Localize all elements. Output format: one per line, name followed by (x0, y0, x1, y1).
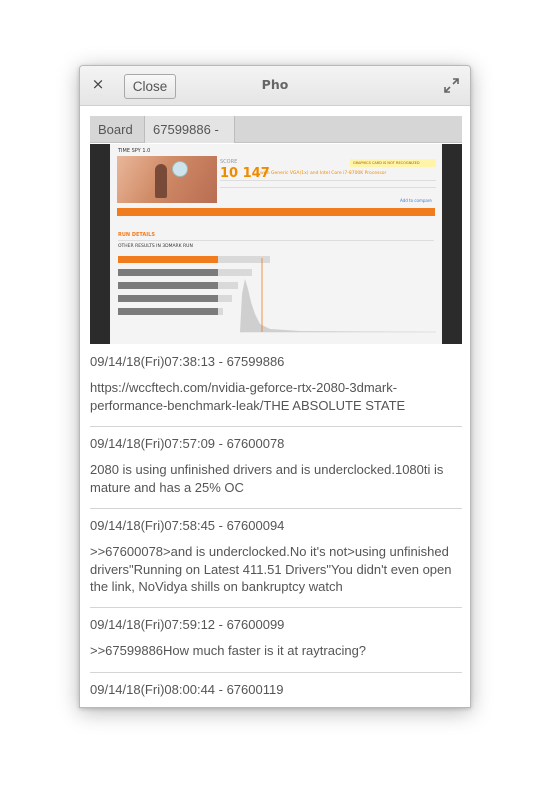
result-row (118, 282, 218, 289)
post: 09/14/18(Fri)07:59:12 - 67600099 >>67599… (90, 608, 462, 673)
warning-badge: GRAPHICS CARD IS NOT RECOGNIZED (350, 159, 436, 167)
post-body: >>67600078>and is underclocked.No it's n… (90, 544, 452, 594)
tab-bar: Board 67599886 - g (90, 116, 462, 164)
title-bar: × Close Pho (80, 66, 470, 106)
post: 09/14/18(Fri)07:57:09 - 67600078 2080 is… (90, 427, 462, 509)
result-row (118, 295, 218, 302)
result-row (118, 269, 218, 276)
tab-thread[interactable]: 67599886 - g (145, 116, 235, 164)
compare-link: Add to compare (400, 198, 432, 203)
benchmark-title: TIME SPY 1.0 (118, 148, 151, 154)
score-description: with Generic VGA(1x) and Intel Core i7-8… (260, 171, 387, 176)
result-bar (218, 295, 232, 302)
result-details-bar (117, 208, 435, 216)
run-details-label: RUN DETAILS (118, 232, 155, 238)
window-title: Pho (261, 77, 289, 92)
post: 09/14/18(Fri)08:00:44 - 67600119 (90, 673, 462, 707)
post-body: https://wccftech.com/nvidia-geforce-rtx-… (90, 380, 406, 413)
post-header: 09/14/18(Fri)07:59:12 - 67600099 (90, 617, 285, 632)
benchmark-hero-art (117, 156, 217, 203)
tab-board[interactable]: Board (90, 116, 145, 143)
viewer-window: × Close Pho Board 67599886 - g TIME SPY … (79, 65, 471, 708)
post: 09/14/18(Fri)07:38:13 - 67599886 https:/… (90, 345, 462, 427)
post-image[interactable]: TIME SPY 1.0 SCORE 10 147 with Generic V… (90, 144, 462, 344)
section-divider (118, 240, 434, 241)
maximize-icon[interactable] (444, 78, 459, 93)
result-bar (218, 282, 238, 289)
result-row (118, 308, 218, 315)
score-label: SCORE (220, 159, 238, 165)
post: 09/14/18(Fri)07:58:45 - 67600094 >>67600… (90, 509, 462, 608)
result-bar (218, 308, 223, 315)
score-distribution-chart (240, 258, 436, 333)
post-body: 2080 is using unfinished drivers and is … (90, 462, 444, 495)
post-header: 09/14/18(Fri)07:38:13 - 67599886 (90, 354, 285, 369)
benchmark-screenshot: TIME SPY 1.0 SCORE 10 147 with Generic V… (110, 144, 442, 344)
result-row (118, 256, 218, 263)
subscore-row (220, 180, 436, 188)
other-results-label: OTHER RESULTS IN 3DMARK RUN (118, 244, 193, 249)
post-header: 09/14/18(Fri)07:58:45 - 67600094 (90, 518, 285, 533)
post-header: 09/14/18(Fri)07:57:09 - 67600078 (90, 436, 285, 451)
post-body: >>67599886How much faster is it at raytr… (90, 643, 367, 658)
post-header: 09/14/18(Fri)08:00:44 - 67600119 (90, 682, 284, 697)
